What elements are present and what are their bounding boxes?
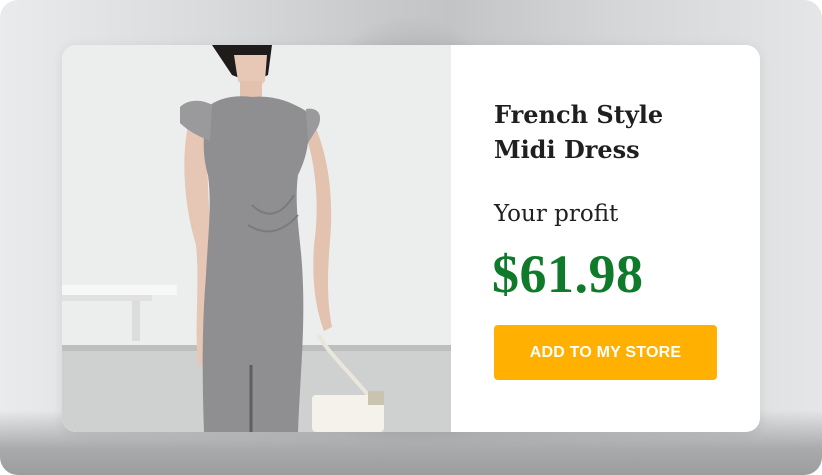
add-to-store-button[interactable]: ADD TO MY STORE bbox=[494, 325, 717, 380]
product-title-line2: Midi Dress bbox=[494, 135, 640, 164]
profit-value: $61.98 bbox=[492, 244, 644, 304]
profit-label: Your profit bbox=[494, 201, 619, 227]
product-title: French Style Midi Dress bbox=[494, 97, 744, 167]
product-card: French Style Midi Dress Your profit $61.… bbox=[62, 45, 760, 432]
product-image bbox=[62, 45, 451, 432]
product-info-panel: French Style Midi Dress Your profit $61.… bbox=[451, 45, 760, 432]
product-photo-illustration bbox=[62, 45, 451, 432]
product-title-line1: French Style bbox=[494, 100, 664, 129]
